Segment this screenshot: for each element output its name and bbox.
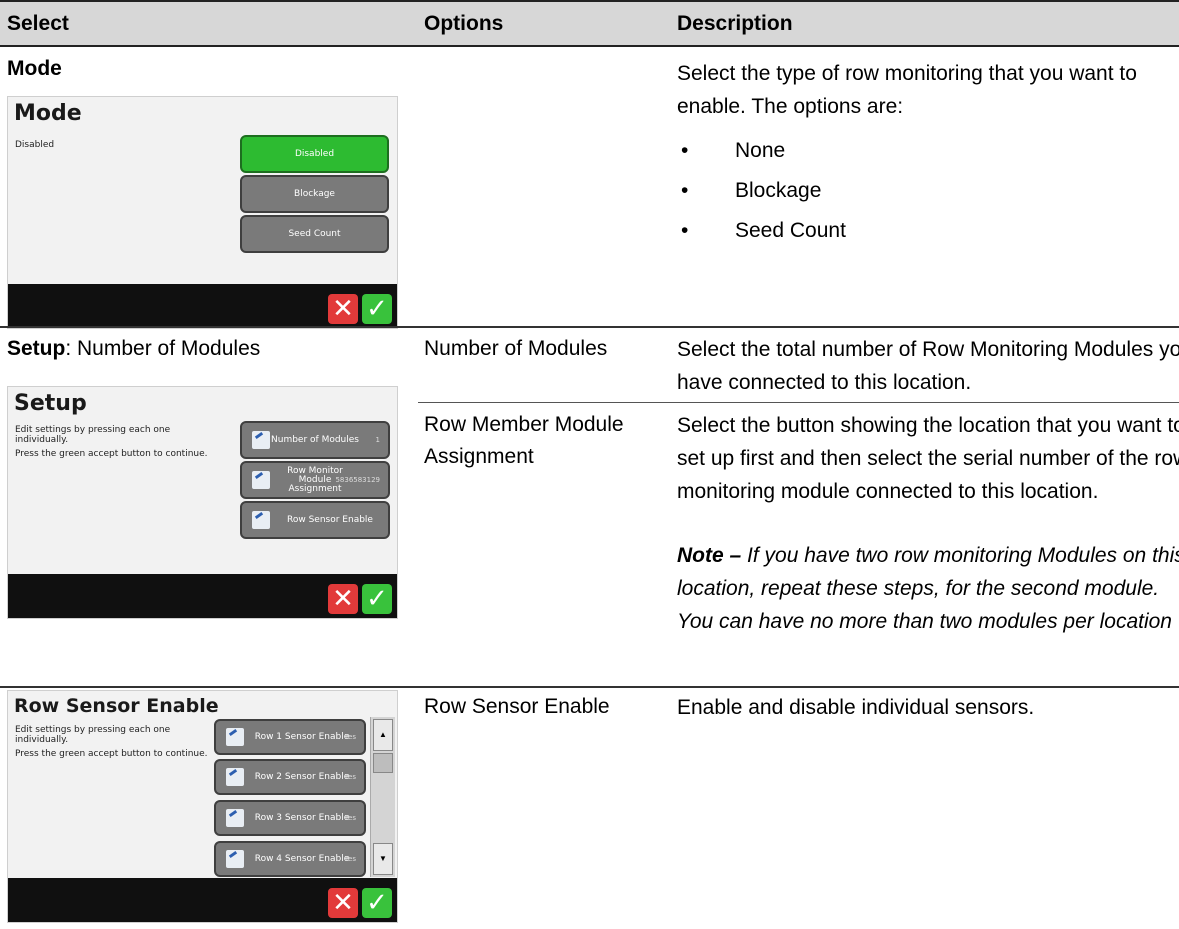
row-3-sensor-enable-button[interactable]: Row 3 Sensor Enable Yes	[214, 800, 366, 836]
option-module-assignment: Row Member Module Assignment	[424, 413, 624, 468]
disabled-button[interactable]: Disabled	[240, 135, 389, 173]
button-value: Yes	[344, 773, 356, 781]
button-label: Number of Modules	[271, 435, 359, 445]
row-setup-label: Setup	[7, 337, 66, 360]
row-1-sensor-enable-button[interactable]: Row 1 Sensor Enable Yes	[214, 719, 366, 755]
row-divider	[0, 326, 1179, 328]
row-sensor-screen-title: Row Sensor Enable	[14, 695, 219, 717]
option-number-of-modules: Number of Modules	[424, 337, 608, 360]
option-row-sensor-enable: Row Sensor Enable	[424, 695, 610, 718]
note-text: If you have two row monitoring Modules o…	[677, 544, 1179, 633]
header-select: Select	[7, 12, 69, 35]
row-mode-description: Select the type of row monitoring that y…	[677, 57, 1179, 251]
number-of-modules-button[interactable]: Number of Modules 1	[240, 421, 390, 459]
scrollbar[interactable]: ▲ ▼	[370, 717, 395, 877]
button-value: 5836583129	[335, 476, 380, 484]
number-of-modules-description: Select the total number of Row Monitorin…	[677, 338, 1179, 394]
close-icon[interactable]: ✕	[328, 584, 358, 614]
list-item: None	[677, 131, 1179, 171]
row-sensor-instruction-2: Press the green accept button to continu…	[15, 749, 208, 759]
assignment-note: Note – If you have two row monitoring Mo…	[677, 539, 1179, 638]
edit-icon	[226, 850, 244, 868]
check-icon[interactable]: ✓	[362, 584, 392, 614]
mode-screen: Mode Disabled Disabled Blockage Seed Cou…	[7, 96, 398, 329]
header-description: Description	[677, 12, 793, 35]
check-icon[interactable]: ✓	[362, 888, 392, 918]
edit-icon	[252, 471, 270, 489]
button-label: Row Sensor Enable	[287, 515, 373, 525]
setup-instruction-1: Edit settings by pressing each one indiv…	[15, 425, 171, 445]
mode-options-list: None Blockage Seed Count	[677, 131, 1179, 251]
button-value: Yes	[344, 733, 356, 741]
row-sensor-enable-description: Enable and disable individual sensors.	[677, 696, 1035, 719]
close-icon[interactable]: ✕	[328, 294, 358, 324]
button-label: Row 1 Sensor Enable	[254, 732, 350, 742]
edit-icon	[226, 809, 244, 827]
mode-description-text: Select the type of row monitoring that y…	[677, 62, 1137, 118]
row-2-sensor-enable-button[interactable]: Row 2 Sensor Enable Yes	[214, 759, 366, 795]
row-4-sensor-enable-button[interactable]: Row 4 Sensor Enable Yes	[214, 841, 366, 877]
edit-icon	[226, 768, 244, 786]
setup-screen: Setup Edit settings by pressing each one…	[7, 386, 398, 619]
button-label: Row 3 Sensor Enable	[254, 813, 350, 823]
edit-icon	[252, 511, 270, 529]
close-icon[interactable]: ✕	[328, 888, 358, 918]
button-value: 1	[375, 436, 380, 444]
edit-icon	[252, 431, 270, 449]
row-sensor-enable-button[interactable]: Row Sensor Enable	[240, 501, 390, 539]
seed-count-button[interactable]: Seed Count	[240, 215, 389, 253]
button-value: Yes	[344, 855, 356, 863]
row-setup-sublabel: : Number of Modules	[65, 337, 261, 360]
setup-instruction-2: Press the green accept button to continu…	[15, 449, 208, 459]
module-assignment-description: Select the button showing the location t…	[677, 414, 1179, 503]
row-setup-select: Setup: Number of Modules	[7, 333, 260, 365]
row-sensor-instruction-1: Edit settings by pressing each one indiv…	[15, 725, 171, 745]
list-item: Seed Count	[677, 211, 1179, 251]
row-divider	[418, 402, 1179, 403]
row-divider	[0, 686, 1179, 688]
scroll-down-icon[interactable]: ▼	[373, 843, 393, 875]
header-options: Options	[424, 12, 504, 35]
row-sensor-screen: Row Sensor Enable Edit settings by press…	[7, 690, 398, 923]
mode-screen-title: Mode	[14, 101, 82, 126]
note-label: Note –	[677, 544, 742, 567]
row-monitor-assignment-button[interactable]: Row Monitor Module Assignment 5836583129	[240, 461, 390, 499]
edit-icon	[226, 728, 244, 746]
row-mode-label: Mode	[7, 57, 62, 80]
list-item: Blockage	[677, 171, 1179, 211]
check-icon[interactable]: ✓	[362, 294, 392, 324]
table-header: Select Options Description	[0, 0, 1179, 47]
scroll-thumb[interactable]	[373, 753, 393, 773]
row-mode-select: Mode	[7, 53, 62, 85]
button-label: Row 2 Sensor Enable	[254, 772, 350, 782]
button-value: Yes	[344, 814, 356, 822]
mode-current-value: Disabled	[15, 140, 55, 150]
button-label: Row 4 Sensor Enable	[254, 854, 350, 864]
blockage-button[interactable]: Blockage	[240, 175, 389, 213]
setup-screen-title: Setup	[14, 391, 87, 416]
scroll-up-icon[interactable]: ▲	[373, 719, 393, 751]
